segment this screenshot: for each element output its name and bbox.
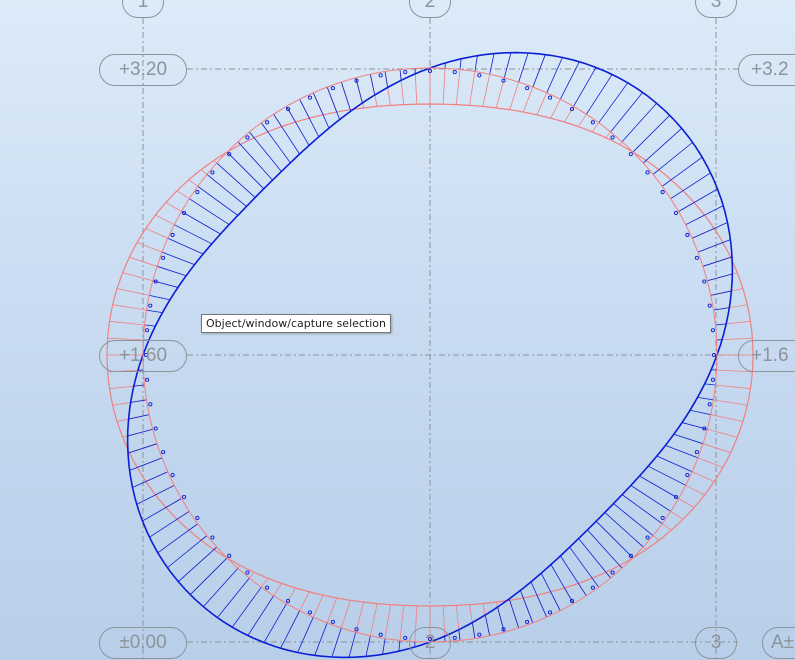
- blue-load-diagram: [126, 51, 734, 659]
- load-arrow-markers: [143, 68, 717, 642]
- grid-axis-label-3-bottom[interactable]: 3: [695, 627, 737, 659]
- level-label-top-right[interactable]: +3.2: [738, 54, 795, 86]
- level-label-top[interactable]: +3.20: [99, 54, 187, 86]
- level-label-bottom[interactable]: ±0.00: [99, 627, 187, 659]
- level-label-middle-right[interactable]: +1.6: [738, 340, 795, 372]
- grid-axis-label-2-bottom[interactable]: 2: [409, 627, 451, 659]
- level-label-bottom-right[interactable]: A±: [762, 627, 795, 659]
- red-load-diagram: [106, 68, 754, 642]
- ring-load-diagram[interactable]: [0, 0, 795, 660]
- selection-tooltip: Object/window/capture selection: [201, 314, 392, 333]
- level-label-middle[interactable]: +1.60: [99, 340, 187, 372]
- model-viewport[interactable]: 1 2 3 +3.20 +3.2 +1.60 +1.6 ±0.00 2 3 A±…: [0, 0, 795, 660]
